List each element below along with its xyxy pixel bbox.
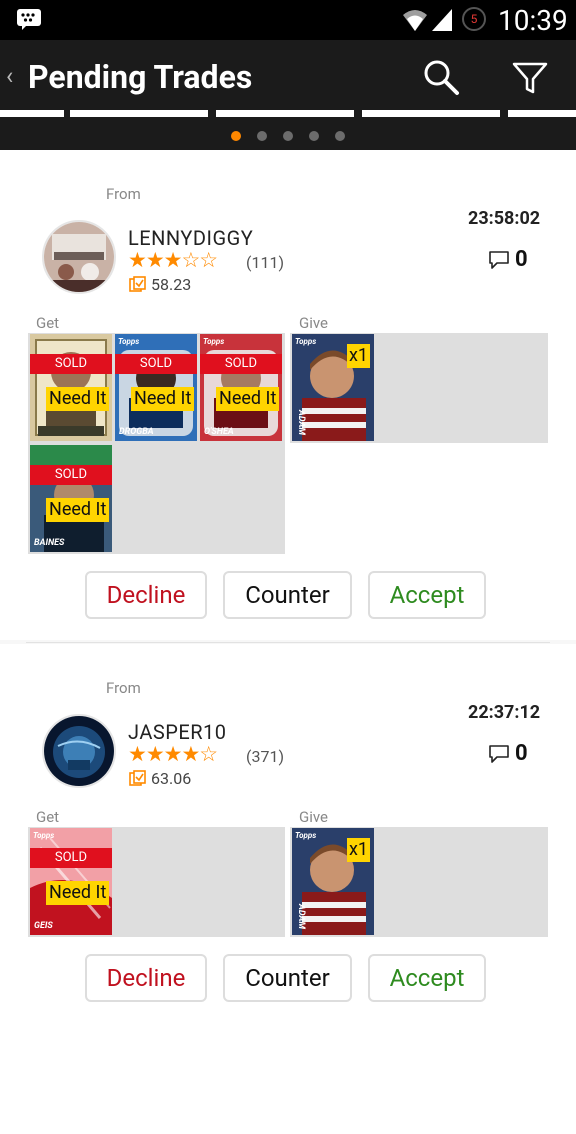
page-dot[interactable]: [231, 131, 241, 141]
cell-signal-icon: [432, 9, 452, 31]
accept-button[interactable]: Accept: [368, 954, 486, 1002]
from-label: From: [106, 679, 141, 697]
get-label: Get: [36, 314, 60, 332]
tab-indicator[interactable]: [362, 110, 500, 117]
sold-badge: SOLD: [30, 848, 112, 868]
counter-button[interactable]: Counter: [223, 954, 352, 1002]
avatar[interactable]: [42, 714, 116, 788]
trade-card: From JASPER10 ★★★★☆ (371) 63.06 22:37:12…: [0, 644, 576, 1134]
get-cards-tray: Topps SOLD Need It GEIS: [28, 827, 285, 937]
get-label: Get: [36, 808, 60, 826]
trade-card-item[interactable]: SOLD Need It: [30, 334, 112, 441]
collection-score: 63.06: [151, 769, 192, 788]
player-name: DROGBA: [119, 427, 154, 437]
decline-button[interactable]: Decline: [85, 954, 207, 1002]
need-it-badge: Need It: [46, 387, 110, 411]
page-title: Pending Trades: [28, 58, 253, 96]
player-name: GEIS: [34, 921, 53, 931]
avatar[interactable]: [42, 220, 116, 294]
trade-timestamp: 22:37:12: [468, 702, 541, 723]
player-name: ADAM: [296, 410, 306, 435]
collection-icon: [129, 770, 146, 786]
give-cards-tray: Topps x1 ADAM: [290, 333, 548, 443]
trade-timestamp: 23:58:02: [468, 208, 541, 229]
give-label: Give: [299, 314, 328, 332]
trade-card-item[interactable]: Topps SOLD Need It O'SHEA: [200, 334, 282, 441]
comment-icon[interactable]: [488, 744, 510, 764]
wifi-icon: [403, 10, 427, 31]
trade-card-item[interactable]: Topps x1 ADAM: [292, 828, 374, 935]
username[interactable]: LENNYDIGGY: [128, 226, 253, 250]
trade-card: From LENNYDIGGY ★★★☆☆ (111) 58.23 23:58:…: [0, 150, 576, 640]
search-icon[interactable]: [422, 58, 460, 96]
collection-icon: [129, 276, 146, 292]
get-cards-tray: SOLD Need It Topps SOLD Need It DROGBA T…: [28, 333, 285, 554]
tab-indicator[interactable]: [70, 110, 208, 117]
collection-score: 58.23: [151, 275, 192, 294]
sold-badge: SOLD: [200, 354, 282, 374]
username[interactable]: JASPER10: [128, 720, 227, 744]
accept-button[interactable]: Accept: [368, 571, 486, 619]
decline-button[interactable]: Decline: [85, 571, 207, 619]
trade-card-item[interactable]: Topps x1 ADAM: [292, 334, 374, 441]
topps-logo: Topps: [295, 831, 317, 840]
trade-card-item[interactable]: Topps SOLD Need It GEIS: [30, 828, 112, 935]
rating-count: (111): [246, 253, 285, 272]
rating-stars: ★★★☆☆: [128, 249, 218, 273]
sold-badge: SOLD: [30, 354, 112, 374]
rating-count: (371): [246, 747, 285, 766]
need-it-badge: Need It: [46, 881, 110, 905]
page-dot[interactable]: [309, 131, 319, 141]
give-label: Give: [299, 808, 328, 826]
bbm-icon: [17, 9, 41, 30]
sold-badge: SOLD: [115, 354, 197, 374]
quantity-badge: x1: [346, 344, 370, 368]
tab-indicator[interactable]: [508, 110, 576, 117]
sold-badge: SOLD: [30, 465, 112, 485]
counter-button[interactable]: Counter: [223, 571, 352, 619]
back-icon[interactable]: ‹: [6, 62, 13, 90]
player-name: O'SHEA: [204, 427, 234, 437]
tab-indicator[interactable]: [0, 110, 64, 117]
notification-badge: 5: [462, 7, 486, 31]
give-cards-tray: Topps x1 ADAM: [290, 827, 548, 937]
page-indicator: [0, 126, 576, 145]
page-dot[interactable]: [283, 131, 293, 141]
trade-card-item[interactable]: SOLD Need It BAINES: [30, 445, 112, 552]
trade-card-item[interactable]: Topps SOLD Need It DROGBA: [115, 334, 197, 441]
clock: 10:39: [498, 4, 568, 37]
quantity-badge: x1: [346, 838, 370, 862]
filter-icon[interactable]: [512, 62, 548, 94]
divider: [26, 642, 550, 643]
need-it-badge: Need It: [46, 498, 110, 522]
topps-logo: Topps: [33, 831, 55, 840]
topps-logo: Topps: [203, 337, 225, 346]
tab-indicator[interactable]: [216, 110, 354, 117]
page-dot[interactable]: [257, 131, 267, 141]
player-name: BAINES: [34, 538, 65, 548]
status-bar: 5 10:39: [0, 0, 576, 40]
comment-count: 0: [515, 247, 528, 272]
topps-logo: Topps: [118, 337, 140, 346]
need-it-badge: Need It: [216, 387, 280, 411]
need-it-badge: Need It: [131, 387, 195, 411]
player-name: ADAM: [296, 904, 306, 929]
page-dot[interactable]: [335, 131, 345, 141]
trade-list: From LENNYDIGGY ★★★☆☆ (111) 58.23 23:58:…: [0, 150, 576, 1134]
comment-icon[interactable]: [488, 250, 510, 270]
comment-count: 0: [515, 741, 528, 766]
rating-stars: ★★★★☆: [128, 743, 218, 767]
from-label: From: [106, 185, 141, 203]
action-bar: ‹ Pending Trades: [0, 40, 576, 110]
topps-logo: Topps: [295, 337, 317, 346]
